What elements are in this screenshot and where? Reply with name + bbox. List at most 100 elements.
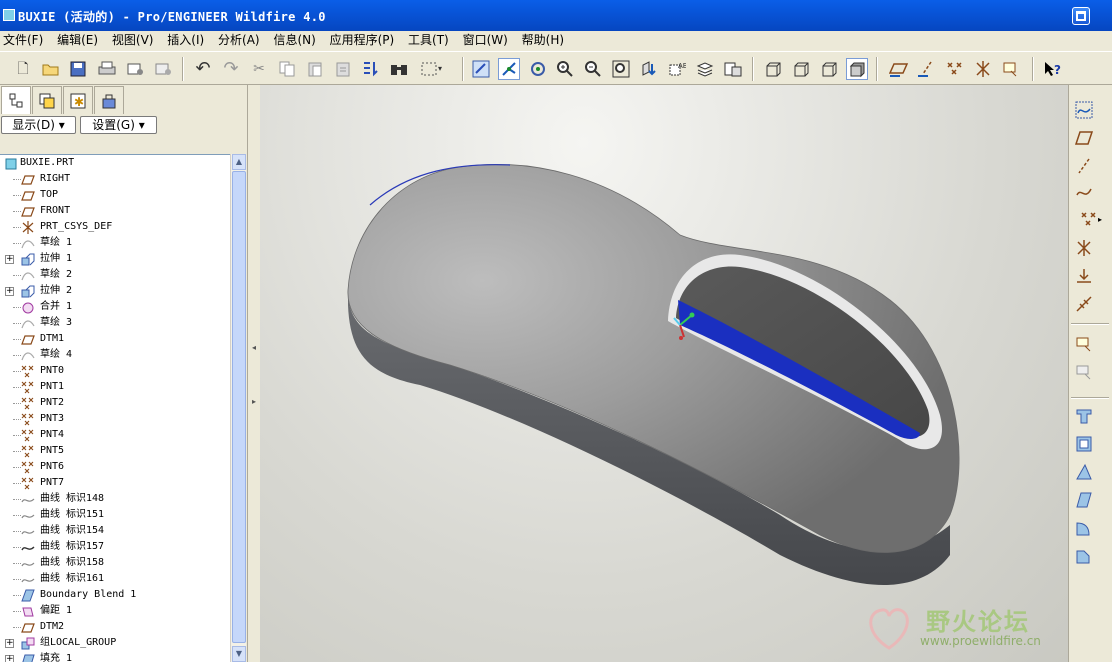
copy-icon[interactable] [276,58,298,80]
tree-item[interactable]: DTM1 [0,331,230,347]
new-icon[interactable]: 🗋 [12,58,34,80]
tree-item[interactable]: 草绘 1 [0,235,230,251]
paste-special-icon[interactable] [332,58,354,80]
datum-point-tool-icon[interactable]: ▸ [1073,209,1109,231]
connections-tab[interactable] [94,86,124,114]
context-help-icon[interactable]: ? [1042,58,1064,80]
layers-icon[interactable] [694,58,716,80]
menu-insert[interactable]: 插入(I) [164,31,211,51]
shading-icon[interactable] [846,58,868,80]
tree-item[interactable]: 偏距 1 [0,603,230,619]
tree-item[interactable]: RIGHT [0,171,230,187]
tree-item[interactable]: 草绘 4 [0,347,230,363]
tree-item[interactable]: + 组LOCAL_GROUP [0,635,230,651]
panel-splitter[interactable]: ◂ ▸ [248,85,260,662]
tree-item[interactable]: PNT6 [0,459,230,475]
coord-sys-tool-icon[interactable] [1073,237,1095,259]
sketched-curve-icon[interactable] [1073,99,1095,121]
scroll-up-icon[interactable]: ▲ [232,154,246,170]
menu-view[interactable]: 视图(V) [109,31,161,51]
menu-analysis[interactable]: 分析(A) [215,31,267,51]
tree-root[interactable]: BUXIE.PRT [0,155,230,171]
send-icon[interactable] [124,58,146,80]
tree-item[interactable]: 曲线 标识148 [0,491,230,507]
tree-item[interactable]: 曲线 标识151 [0,507,230,523]
repaint-icon[interactable] [470,58,492,80]
tree-item[interactable]: 曲线 标识154 [0,523,230,539]
tree-item[interactable]: PNT5 [0,443,230,459]
named-views-icon[interactable]: AB [666,58,688,80]
datum-planes-icon[interactable] [888,58,910,80]
reference-icon[interactable] [1073,293,1095,315]
menu-applications[interactable]: 应用程序(P) [327,31,402,51]
maximize-button[interactable] [1072,7,1090,25]
tree-item[interactable]: DTM2 [0,619,230,635]
tree-item[interactable]: PNT1 [0,379,230,395]
tree-item[interactable]: 草绘 2 [0,267,230,283]
paste-icon[interactable] [304,58,326,80]
datum-axes-icon[interactable] [916,58,938,80]
zoom-in-icon[interactable] [554,58,576,80]
tree-item[interactable]: 曲线 标识157 [0,539,230,555]
tree-item[interactable]: FRONT [0,203,230,219]
menu-help[interactable]: 帮助(H) [519,31,571,51]
datum-points-icon[interactable] [944,58,966,80]
print-icon[interactable] [96,58,118,80]
open-icon[interactable] [40,58,62,80]
regenerate-icon[interactable] [360,58,382,80]
expand-right-icon[interactable]: ▸ [251,397,257,421]
show-dropdown[interactable]: 显示(D) ▾ [1,116,76,134]
save-icon[interactable] [67,58,89,80]
menu-window[interactable]: 窗口(W) [460,31,515,51]
tree-scrollbar[interactable]: ▲ ▼ [230,154,246,662]
no-hidden-icon[interactable] [818,58,840,80]
hidden-line-icon[interactable] [790,58,812,80]
coord-sys-icon[interactable] [972,58,994,80]
rib-icon[interactable] [1073,461,1095,483]
tree-item[interactable]: 合并 1 [0,299,230,315]
round-icon[interactable] [1073,517,1095,539]
tree-item[interactable]: PNT0 [0,363,230,379]
reorient-icon[interactable] [638,58,660,80]
tree-item[interactable]: Boundary Blend 1 [0,587,230,603]
orient-icon[interactable] [527,58,549,80]
scroll-thumb[interactable] [232,171,246,643]
datum-curve-tool-icon[interactable] [1073,181,1095,203]
tree-item[interactable]: PNT4 [0,427,230,443]
tree-item[interactable]: PNT3 [0,411,230,427]
expand-icon[interactable]: + [5,655,14,662]
spin-center-icon[interactable] [498,58,520,80]
datum-axis-tool-icon[interactable] [1073,155,1095,177]
layer-tree-tab[interactable] [32,86,62,114]
chamfer-icon[interactable] [1073,545,1095,567]
tree-item[interactable]: 曲线 标识158 [0,555,230,571]
menu-edit[interactable]: 编辑(E) [54,31,105,51]
datum-plane-tool-icon[interactable] [1073,127,1095,149]
appearance-icon[interactable] [722,58,744,80]
expand-icon[interactable]: + [5,287,14,296]
selection-box-icon[interactable]: ▾ [416,58,446,80]
wireframe-icon[interactable] [762,58,784,80]
settings-dropdown[interactable]: 设置(G) ▾ [80,116,157,134]
mail-icon[interactable] [152,58,174,80]
annotation-2-icon[interactable] [1073,361,1095,383]
tree-item[interactable]: 草绘 3 [0,315,230,331]
annotation-icon[interactable] [1073,333,1095,355]
graphics-window[interactable]: 野火论坛 www.proewildfire.cn [260,85,1068,662]
tree-item[interactable]: 曲线 标识161 [0,571,230,587]
undo-icon[interactable]: ↶ [192,58,214,80]
tree-item[interactable]: PNT2 [0,395,230,411]
zoom-out-icon[interactable] [582,58,604,80]
expand-icon[interactable]: + [5,639,14,648]
tree-item[interactable]: TOP [0,187,230,203]
expand-icon[interactable]: + [5,255,14,264]
menu-file[interactable]: 文件(F) [0,31,50,51]
draft-icon[interactable] [1073,489,1095,511]
refit-icon[interactable] [610,58,632,80]
model-tree-tab[interactable] [1,86,31,114]
hole-icon[interactable] [1073,405,1095,427]
favorites-tab[interactable]: ✱ [63,86,93,114]
redo-icon[interactable]: ↷ [220,58,242,80]
tree-item[interactable]: + 填充 1 [0,651,230,662]
shell-icon[interactable] [1073,433,1095,455]
